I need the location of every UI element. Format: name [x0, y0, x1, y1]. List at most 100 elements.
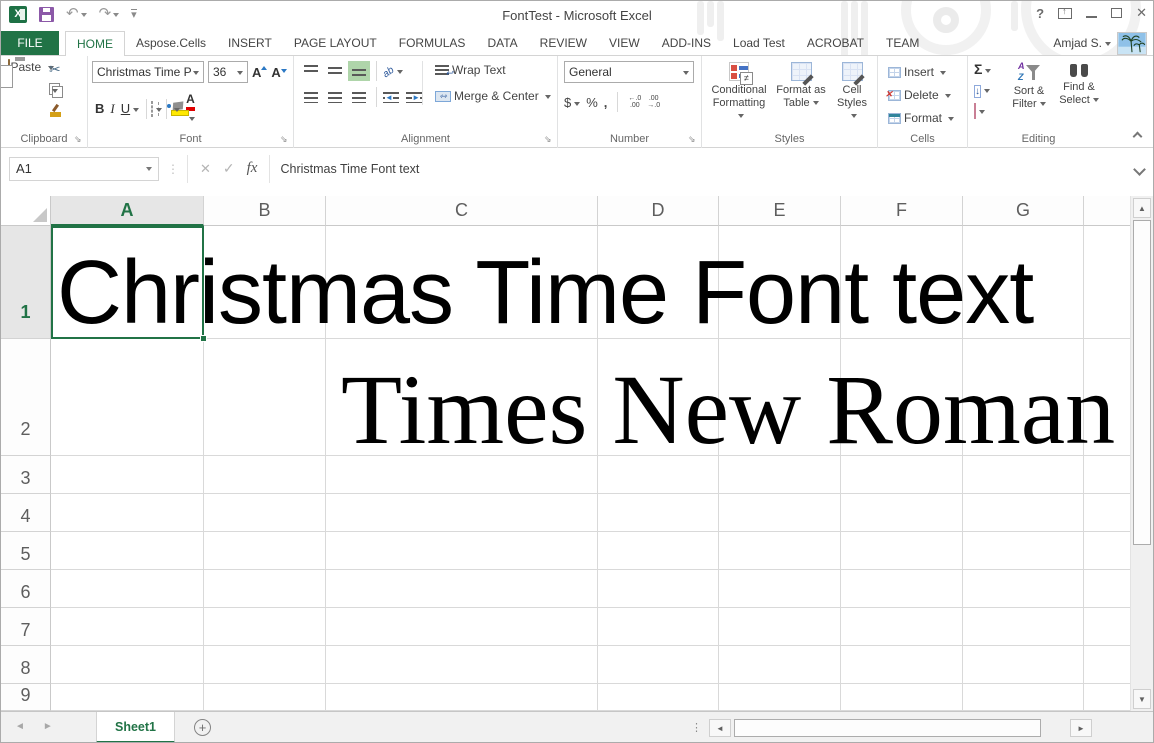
cell-styles-button[interactable]: Cell Styles [830, 60, 874, 125]
row-header-7[interactable]: 7 [1, 608, 51, 646]
tab-data[interactable]: DATA [476, 31, 528, 55]
format-painter-icon[interactable] [49, 104, 62, 117]
name-box[interactable]: A1 [9, 157, 159, 181]
help-icon[interactable]: ? [1036, 6, 1044, 21]
row-header-5[interactable]: 5 [1, 532, 51, 570]
row-header-8[interactable]: 8 [1, 646, 51, 684]
fill-button[interactable]: ↓ [974, 83, 991, 98]
find-select-button[interactable]: Find & Select [1054, 60, 1104, 113]
column-header-D[interactable]: D [598, 196, 719, 226]
formula-bar-splitter[interactable]: ⋮ [167, 162, 179, 176]
conditional-formatting-button[interactable]: Conditional Formatting [706, 60, 772, 125]
tab-home[interactable]: HOME [65, 31, 125, 56]
sort-filter-button[interactable]: AZ Sort & Filter [1004, 60, 1054, 113]
row-header-9[interactable]: 9 [1, 684, 51, 711]
tab-team[interactable]: TEAM [875, 31, 930, 55]
insert-cells-button[interactable]: Insert [884, 63, 958, 81]
vertical-scroll-thumb[interactable] [1133, 220, 1151, 545]
align-center-icon[interactable] [324, 87, 346, 107]
user-account[interactable]: Amjad S. [1053, 31, 1153, 55]
tab-insert[interactable]: INSERT [217, 31, 283, 55]
next-sheet-icon[interactable]: ► [43, 721, 53, 732]
enter-icon[interactable]: ✓ [223, 160, 235, 177]
clipboard-dialog-launcher-icon[interactable]: ⇘ [74, 134, 84, 144]
customize-qat-icon[interactable]: ▾ [131, 9, 137, 19]
clear-button[interactable] [974, 104, 991, 118]
column-header-B[interactable]: B [204, 196, 326, 226]
decrease-indent-icon[interactable]: ◄ [383, 92, 399, 103]
tab-split-handle[interactable]: ⋮ [691, 721, 703, 734]
tab-view[interactable]: VIEW [598, 31, 651, 55]
delete-cells-button[interactable]: Delete [884, 86, 958, 104]
tab-aspose-cells[interactable]: Aspose.Cells [125, 31, 217, 55]
tab-review[interactable]: REVIEW [529, 31, 598, 55]
tab-page-layout[interactable]: PAGE LAYOUT [283, 31, 388, 55]
redo-caret-icon[interactable] [113, 13, 119, 20]
fill-color-button[interactable] [171, 102, 180, 116]
font-name-combo[interactable]: Christmas Time P [92, 61, 204, 83]
row-header-3[interactable]: 3 [1, 456, 51, 494]
row-header-4[interactable]: 4 [1, 494, 51, 532]
tab-file[interactable]: FILE [1, 31, 59, 55]
decrease-decimal-icon[interactable]: .00 →.0 [647, 95, 660, 109]
formula-input[interactable]: Christmas Time Font text [270, 162, 1127, 176]
collapse-ribbon-icon[interactable] [1133, 131, 1141, 139]
font-size-combo[interactable]: 36 [208, 61, 248, 83]
cut-icon[interactable]: ✂ [49, 62, 62, 76]
maximize-icon[interactable] [1111, 8, 1122, 18]
cells-canvas[interactable]: Christmas Time Font text Times New Roman… [51, 226, 1130, 711]
tab-load-test[interactable]: Load Test [722, 31, 796, 55]
italic-button[interactable]: I [107, 101, 117, 117]
insert-function-icon[interactable]: fx [247, 160, 258, 177]
excel-logo-icon[interactable]: X [9, 6, 27, 23]
column-header-partial[interactable] [1084, 196, 1130, 226]
new-sheet-icon[interactable]: + [194, 719, 211, 736]
top-align-icon[interactable] [300, 61, 322, 81]
merge-center-button[interactable]: ⇿ Merge & Center [431, 87, 555, 105]
scroll-left-icon[interactable]: ◄ [709, 719, 731, 737]
autosum-button[interactable]: Σ [974, 62, 991, 77]
column-header-A[interactable]: A [51, 196, 204, 226]
minimize-icon[interactable] [1086, 16, 1097, 18]
borders-button[interactable] [151, 102, 162, 116]
wrap-text-button[interactable]: Wrap Text [431, 61, 555, 79]
orientation-button[interactable]: ab [383, 64, 403, 78]
scroll-up-icon[interactable]: ▲ [1133, 198, 1151, 218]
fill-handle[interactable] [200, 335, 207, 342]
scroll-down-icon[interactable]: ▼ [1133, 689, 1151, 709]
align-right-icon[interactable] [348, 87, 370, 107]
column-header-C[interactable]: C [326, 196, 598, 226]
increase-indent-icon[interactable]: ► [406, 92, 422, 103]
undo-caret-icon[interactable] [81, 13, 87, 20]
redo-button[interactable]: ↷ [99, 5, 120, 23]
alignment-dialog-launcher-icon[interactable]: ⇘ [544, 134, 554, 144]
save-icon[interactable] [39, 7, 54, 22]
underline-button[interactable]: U [118, 101, 142, 116]
horizontal-scrollbar[interactable]: ◄ ► [709, 719, 1092, 737]
number-format-combo[interactable]: General [564, 61, 694, 83]
vertical-scrollbar[interactable]: ▲ ▼ [1130, 196, 1153, 711]
column-header-F[interactable]: F [841, 196, 963, 226]
font-color-button[interactable]: A [186, 92, 195, 125]
comma-style-button[interactable]: , [604, 95, 608, 110]
currency-button[interactable]: $ [564, 95, 580, 110]
close-icon[interactable]: ✕ [1136, 5, 1147, 21]
sheet-tab-sheet1[interactable]: Sheet1 [96, 712, 175, 743]
expand-formula-bar-icon[interactable] [1127, 155, 1153, 183]
increase-font-size-icon[interactable]: A [252, 65, 267, 80]
percent-button[interactable]: % [586, 95, 598, 110]
bold-button[interactable]: B [92, 101, 107, 116]
tab-acrobat[interactable]: ACROBAT [796, 31, 875, 55]
select-all-corner[interactable] [1, 196, 51, 226]
format-cells-button[interactable]: Format [884, 109, 958, 127]
copy-button[interactable] [49, 83, 62, 97]
tab-formulas[interactable]: FORMULAS [388, 31, 477, 55]
row-header-1[interactable]: 1 [1, 226, 51, 339]
row-header-6[interactable]: 6 [1, 570, 51, 608]
align-left-icon[interactable] [300, 87, 322, 107]
ribbon-display-options-icon[interactable] [1058, 8, 1072, 19]
undo-button[interactable]: ↶ [66, 5, 87, 23]
format-as-table-button[interactable]: Format as Table [772, 60, 830, 125]
middle-align-icon[interactable] [324, 61, 346, 81]
column-header-G[interactable]: G [963, 196, 1084, 226]
